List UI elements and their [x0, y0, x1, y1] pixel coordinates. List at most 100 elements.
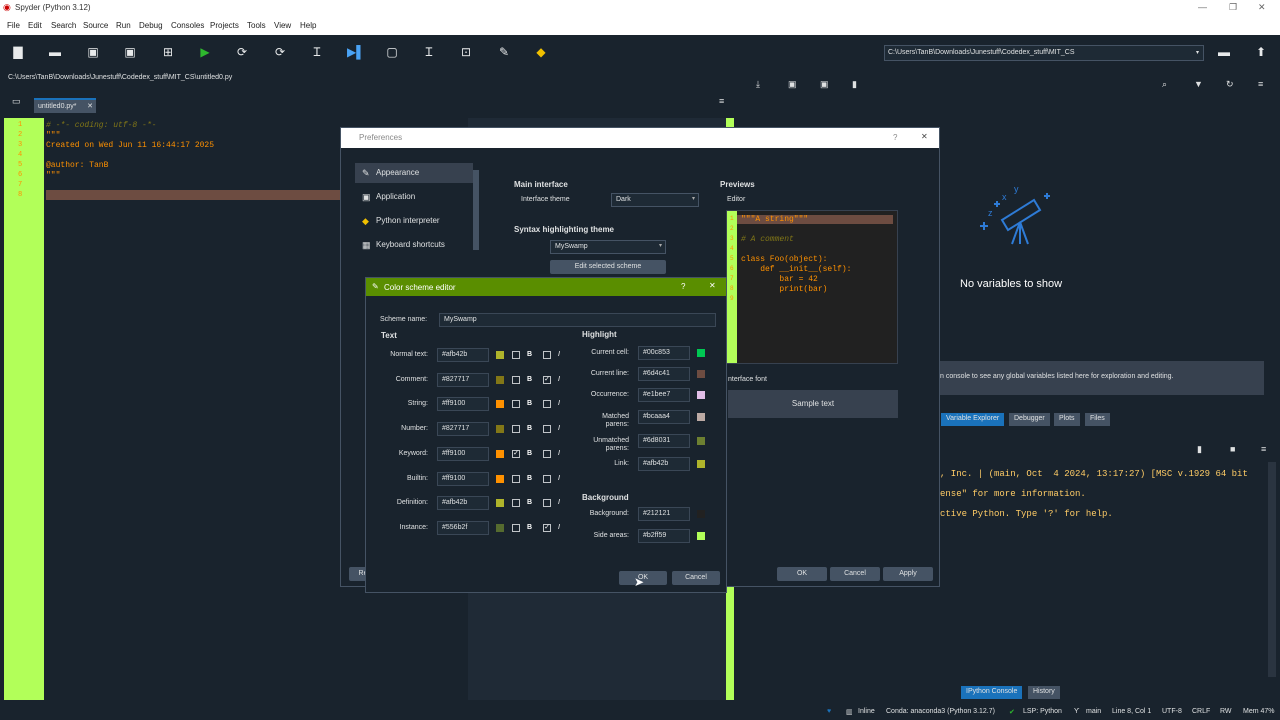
menu-view[interactable]: View: [274, 21, 291, 30]
color-swatch-button[interactable]: [496, 449, 504, 458]
bold-checkbox[interactable]: [512, 425, 520, 434]
italic-checkbox[interactable]: [543, 425, 551, 434]
bold-checkbox[interactable]: [512, 474, 520, 483]
color-swatch-button[interactable]: [496, 499, 504, 508]
status-git[interactable]: main: [1086, 708, 1101, 715]
color-hex-input[interactable]: #6d8031: [638, 434, 690, 448]
save-data-as-icon[interactable]: ▣: [820, 79, 829, 90]
save-data-icon[interactable]: ▣: [788, 79, 797, 90]
color-swatch-button[interactable]: [496, 425, 504, 434]
status-inline[interactable]: Inline: [858, 708, 875, 715]
ipython-console[interactable]: , Inc. | (main, Oct 4 2024, 13:17:27) [M…: [940, 462, 1266, 677]
color-hex-input[interactable]: #bcaaa4: [638, 410, 690, 424]
bold-checkbox[interactable]: [512, 351, 520, 359]
restore-icon[interactable]: ❐: [1229, 2, 1237, 13]
interface-theme-select[interactable]: Dark ▾: [611, 193, 699, 207]
italic-checkbox[interactable]: [543, 474, 551, 483]
color-swatch-button[interactable]: [697, 532, 705, 540]
status-conda[interactable]: Conda: anaconda3 (Python 3.12.7): [886, 708, 995, 715]
scheme-cancel-button[interactable]: Cancel: [672, 571, 720, 585]
tab-debugger[interactable]: Debugger: [1009, 413, 1050, 426]
cancel-button[interactable]: Cancel: [830, 567, 880, 581]
save-icon[interactable]: ▣: [86, 45, 100, 59]
browse-tabs-icon[interactable]: ▭: [12, 96, 21, 107]
editor-tab[interactable]: untitled0.py* ✕: [34, 98, 96, 113]
fullscreen-icon[interactable]: ⊡: [459, 45, 473, 59]
color-hex-input[interactable]: #b2ff59: [638, 529, 690, 543]
browse-folder-icon[interactable]: ▬: [1217, 45, 1231, 59]
color-swatch-button[interactable]: [496, 400, 504, 409]
color-hex-input[interactable]: #827717: [437, 372, 489, 387]
menu-search[interactable]: Search: [51, 21, 76, 30]
color-swatch-button[interactable]: [697, 391, 705, 399]
menu-consoles[interactable]: Consoles: [171, 21, 204, 30]
new-cell-icon[interactable]: ⊞: [161, 45, 175, 59]
notification-icon[interactable]: ♥: [827, 708, 831, 715]
menu-debug[interactable]: Debug: [139, 21, 163, 30]
menu-help[interactable]: Help: [300, 21, 316, 30]
color-swatch-button[interactable]: [496, 474, 504, 483]
help-icon[interactable]: ?: [681, 282, 685, 291]
import-data-icon[interactable]: ⤓: [756, 79, 760, 90]
tab-files[interactable]: Files: [1085, 413, 1110, 426]
status-lsp[interactable]: LSP: Python: [1023, 708, 1062, 715]
color-hex-input[interactable]: #ff9100: [437, 446, 489, 461]
close-icon[interactable]: ✕: [921, 132, 928, 141]
color-hex-input[interactable]: #ff9100: [437, 397, 489, 412]
save-all-icon[interactable]: ▣: [123, 45, 137, 59]
bold-checkbox[interactable]: [512, 523, 520, 532]
close-icon[interactable]: ✕: [709, 281, 716, 290]
menu-tools[interactable]: Tools: [247, 21, 266, 30]
nav-application[interactable]: ▣ Application: [355, 187, 473, 207]
tab-history[interactable]: History: [1028, 686, 1060, 699]
help-icon[interactable]: ?: [893, 133, 897, 142]
color-swatch-button[interactable]: [496, 351, 504, 359]
menu-projects[interactable]: Projects: [210, 21, 239, 30]
run-selection-icon[interactable]: Ɪ: [310, 45, 324, 59]
working-directory-combo[interactable]: C:\Users\TanB\Downloads\Junestuff\Codede…: [884, 45, 1204, 61]
color-hex-input[interactable]: #556b2f: [437, 520, 489, 535]
close-icon[interactable]: ✕: [1258, 2, 1266, 13]
color-hex-input[interactable]: #212121: [638, 507, 690, 521]
options-menu-icon[interactable]: ≡: [719, 96, 724, 106]
search-icon[interactable]: ⌕: [1162, 79, 1167, 90]
italic-checkbox[interactable]: [543, 351, 551, 359]
color-swatch-button[interactable]: [697, 413, 705, 421]
bold-checkbox[interactable]: [512, 400, 520, 409]
refresh-icon[interactable]: ↻: [1226, 79, 1234, 90]
filter-icon[interactable]: ▼: [1194, 79, 1203, 89]
menu-file[interactable]: File: [7, 21, 20, 30]
color-hex-input[interactable]: #00c853: [638, 346, 690, 360]
color-hex-input[interactable]: #ff9100: [437, 471, 489, 486]
ok-button[interactable]: OK: [777, 567, 827, 581]
stop-icon[interactable]: ■: [1230, 444, 1235, 454]
tab-ipython-console[interactable]: IPython Console: [961, 686, 1023, 699]
color-swatch-button[interactable]: [697, 370, 705, 378]
nav-python-interpreter[interactable]: ◆ Python interpreter: [355, 211, 473, 231]
italic-checkbox[interactable]: [543, 449, 551, 458]
debug-icon[interactable]: ▶▌: [347, 45, 365, 59]
color-swatch-button[interactable]: [697, 460, 705, 468]
run-cell-advance-icon[interactable]: ⟳: [273, 45, 287, 59]
color-swatch-button[interactable]: [496, 375, 504, 384]
color-hex-input[interactable]: #827717: [437, 422, 489, 437]
remove-icon[interactable]: ▮: [1197, 444, 1202, 455]
nav-keyboard-shortcuts[interactable]: ▦ Keyboard shortcuts: [355, 235, 473, 255]
cursor-icon[interactable]: Ɪ: [422, 45, 436, 59]
remove-all-icon[interactable]: ▮: [852, 79, 857, 90]
menu-run[interactable]: Run: [116, 21, 131, 30]
apply-button[interactable]: Apply: [883, 567, 933, 581]
menu-source[interactable]: Source: [83, 21, 108, 30]
edit-selected-scheme-button[interactable]: Edit selected scheme: [550, 260, 666, 274]
run-icon[interactable]: ▶: [198, 45, 212, 59]
tab-variable-explorer[interactable]: Variable Explorer: [941, 413, 1005, 426]
syntax-theme-select[interactable]: MySwamp ▾: [550, 240, 666, 254]
console-scrollbar[interactable]: [1268, 462, 1276, 677]
color-swatch-button[interactable]: [697, 349, 705, 357]
bold-checkbox[interactable]: [512, 499, 520, 508]
bold-checkbox[interactable]: [512, 375, 520, 384]
color-hex-input[interactable]: #afb42b: [638, 457, 690, 471]
color-swatch-button[interactable]: [496, 523, 504, 532]
minimize-icon[interactable]: —: [1198, 2, 1207, 12]
bold-checkbox[interactable]: ✓: [512, 449, 520, 458]
